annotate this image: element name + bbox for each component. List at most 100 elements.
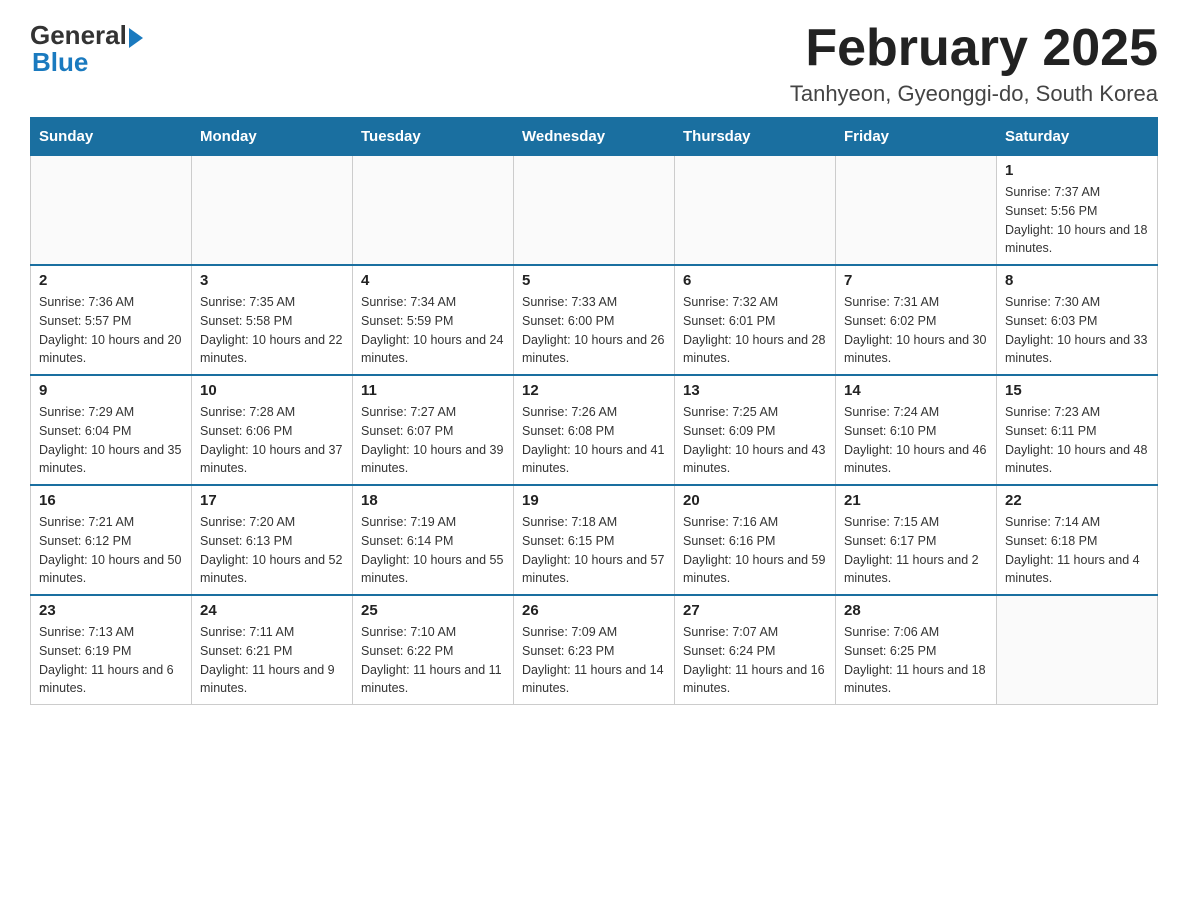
day-number: 4: [361, 272, 505, 289]
calendar-cell: 27Sunrise: 7:07 AMSunset: 6:24 PMDayligh…: [675, 595, 836, 705]
calendar-header-thursday: Thursday: [675, 118, 836, 156]
calendar-cell: 28 Sunrise: 7:06 AMSunset: 6:25 PMDayligh…: [836, 595, 997, 705]
calendar-cell: 12 Sunrise: 7:26 AMSunset: 6:08 PMDayligh…: [514, 375, 675, 485]
calendar-header-sunday: Sunday: [31, 118, 192, 156]
calendar-header-monday: Monday: [192, 118, 353, 156]
calendar-cell: 14 Sunrise: 7:24 AMSunset: 6:10 PMDayligh…: [836, 375, 997, 485]
day-info: Sunrise: 7:20 AMSunset: 6:13 PMDaylight:…: [200, 513, 344, 588]
page-header: General Blue February 2025 Tanhyeon, Gye…: [30, 20, 1158, 107]
day-number: 18: [361, 492, 505, 509]
day-info: Sunrise: 7:10 AMSunset: 6:22 PMDaylight:…: [361, 623, 505, 698]
day-info: Sunrise: 7:34 AMSunset: 5:59 PMDaylight:…: [361, 293, 505, 368]
day-number: 3: [200, 272, 344, 289]
day-info: Sunrise: 7:14 AMSunset: 6:18 PMDaylight:…: [1005, 513, 1149, 588]
day-info: Sunrise: 7:31 AMSunset: 6:02 PMDaylight:…: [844, 293, 988, 368]
calendar-week-row: 16 Sunrise: 7:21 AMSunset: 6:12 PMDayligh…: [31, 485, 1158, 595]
day-info: Sunrise: 7:24 AMSunset: 6:10 PMDaylight:…: [844, 403, 988, 478]
calendar-cell: 1 Sunrise: 7:37 AMSunset: 5:56 PMDaylight…: [997, 156, 1158, 266]
calendar-cell: [353, 156, 514, 266]
calendar-header-row: SundayMondayTuesdayWednesdayThursdayFrid…: [31, 118, 1158, 156]
calendar-cell: 8 Sunrise: 7:30 AMSunset: 6:03 PMDaylight…: [997, 265, 1158, 375]
calendar-cell: 18 Sunrise: 7:19 AMSunset: 6:14 PMDayligh…: [353, 485, 514, 595]
day-info: Sunrise: 7:19 AMSunset: 6:14 PMDaylight:…: [361, 513, 505, 588]
calendar-cell: 15Sunrise: 7:23 AMSunset: 6:11 PMDayligh…: [997, 375, 1158, 485]
day-number: 19: [522, 492, 666, 509]
day-number: 6: [683, 272, 827, 289]
day-number: 2: [39, 272, 183, 289]
day-info: Sunrise: 7:30 AMSunset: 6:03 PMDaylight:…: [1005, 293, 1149, 368]
day-number: 23: [39, 602, 183, 619]
calendar-cell: 9 Sunrise: 7:29 AMSunset: 6:04 PMDaylight…: [31, 375, 192, 485]
day-number: 10: [200, 382, 344, 399]
day-info: Sunrise: 7:21 AMSunset: 6:12 PMDaylight:…: [39, 513, 183, 588]
calendar-cell: 19 Sunrise: 7:18 AMSunset: 6:15 PMDayligh…: [514, 485, 675, 595]
day-info: Sunrise: 7:09 AMSunset: 6:23 PMDaylight:…: [522, 623, 666, 698]
calendar-cell: 10 Sunrise: 7:28 AMSunset: 6:06 PMDayligh…: [192, 375, 353, 485]
day-info: Sunrise: 7:13 AMSunset: 6:19 PMDaylight:…: [39, 623, 183, 698]
day-info: Sunrise: 7:11 AMSunset: 6:21 PMDaylight:…: [200, 623, 344, 698]
day-number: 15: [1005, 382, 1149, 399]
calendar-cell: 17 Sunrise: 7:20 AMSunset: 6:13 PMDayligh…: [192, 485, 353, 595]
day-info: Sunrise: 7:26 AMSunset: 6:08 PMDaylight:…: [522, 403, 666, 478]
logo: General Blue: [30, 20, 143, 78]
calendar-cell: 3Sunrise: 7:35 AMSunset: 5:58 PMDaylight…: [192, 265, 353, 375]
calendar-cell: 4 Sunrise: 7:34 AMSunset: 5:59 PMDaylight…: [353, 265, 514, 375]
calendar-cell: 7 Sunrise: 7:31 AMSunset: 6:02 PMDaylight…: [836, 265, 997, 375]
day-info: Sunrise: 7:16 AMSunset: 6:16 PMDaylight:…: [683, 513, 827, 588]
day-info: Sunrise: 7:29 AMSunset: 6:04 PMDaylight:…: [39, 403, 183, 478]
logo-blue-text: Blue: [32, 47, 88, 78]
calendar-cell: 21 Sunrise: 7:15 AMSunset: 6:17 PMDayligh…: [836, 485, 997, 595]
day-info: Sunrise: 7:07 AMSunset: 6:24 PMDaylight:…: [683, 623, 827, 698]
day-info: Sunrise: 7:33 AMSunset: 6:00 PMDaylight:…: [522, 293, 666, 368]
calendar-week-row: 1 Sunrise: 7:37 AMSunset: 5:56 PMDaylight…: [31, 156, 1158, 266]
day-number: 20: [683, 492, 827, 509]
day-number: 5: [522, 272, 666, 289]
calendar-cell: 24Sunrise: 7:11 AMSunset: 6:21 PMDayligh…: [192, 595, 353, 705]
day-number: 25: [361, 602, 505, 619]
calendar-week-row: 9 Sunrise: 7:29 AMSunset: 6:04 PMDaylight…: [31, 375, 1158, 485]
calendar-cell: [192, 156, 353, 266]
day-number: 26: [522, 602, 666, 619]
day-number: 21: [844, 492, 988, 509]
calendar-cell: 23 Sunrise: 7:13 AMSunset: 6:19 PMDayligh…: [31, 595, 192, 705]
day-number: 1: [1005, 162, 1149, 179]
day-number: 17: [200, 492, 344, 509]
day-info: Sunrise: 7:27 AMSunset: 6:07 PMDaylight:…: [361, 403, 505, 478]
calendar-cell: [31, 156, 192, 266]
calendar-cell: [997, 595, 1158, 705]
calendar-cell: 6Sunrise: 7:32 AMSunset: 6:01 PMDaylight…: [675, 265, 836, 375]
day-info: Sunrise: 7:28 AMSunset: 6:06 PMDaylight:…: [200, 403, 344, 478]
day-number: 28: [844, 602, 988, 619]
title-area: February 2025 Tanhyeon, Gyeonggi-do, Sou…: [790, 20, 1158, 107]
day-info: Sunrise: 7:37 AMSunset: 5:56 PMDaylight:…: [1005, 183, 1149, 258]
calendar-header-saturday: Saturday: [997, 118, 1158, 156]
day-info: Sunrise: 7:06 AMSunset: 6:25 PMDaylight:…: [844, 623, 988, 698]
calendar-cell: [675, 156, 836, 266]
location-title: Tanhyeon, Gyeonggi-do, South Korea: [790, 81, 1158, 107]
month-title: February 2025: [790, 20, 1158, 77]
day-info: Sunrise: 7:18 AMSunset: 6:15 PMDaylight:…: [522, 513, 666, 588]
calendar-table: SundayMondayTuesdayWednesdayThursdayFrid…: [30, 117, 1158, 705]
day-number: 7: [844, 272, 988, 289]
calendar-cell: 20 Sunrise: 7:16 AMSunset: 6:16 PMDayligh…: [675, 485, 836, 595]
calendar-cell: [836, 156, 997, 266]
day-number: 9: [39, 382, 183, 399]
calendar-cell: 13Sunrise: 7:25 AMSunset: 6:09 PMDayligh…: [675, 375, 836, 485]
day-number: 16: [39, 492, 183, 509]
calendar-week-row: 2 Sunrise: 7:36 AMSunset: 5:57 PMDaylight…: [31, 265, 1158, 375]
calendar-cell: 22Sunrise: 7:14 AMSunset: 6:18 PMDayligh…: [997, 485, 1158, 595]
day-number: 14: [844, 382, 988, 399]
calendar-cell: 25 Sunrise: 7:10 AMSunset: 6:22 PMDayligh…: [353, 595, 514, 705]
day-number: 8: [1005, 272, 1149, 289]
day-number: 12: [522, 382, 666, 399]
day-number: 13: [683, 382, 827, 399]
calendar-header-friday: Friday: [836, 118, 997, 156]
calendar-cell: 2 Sunrise: 7:36 AMSunset: 5:57 PMDaylight…: [31, 265, 192, 375]
calendar-cell: 26 Sunrise: 7:09 AMSunset: 6:23 PMDayligh…: [514, 595, 675, 705]
day-info: Sunrise: 7:36 AMSunset: 5:57 PMDaylight:…: [39, 293, 183, 368]
calendar-cell: 5 Sunrise: 7:33 AMSunset: 6:00 PMDaylight…: [514, 265, 675, 375]
calendar-cell: 11Sunrise: 7:27 AMSunset: 6:07 PMDayligh…: [353, 375, 514, 485]
calendar-header-wednesday: Wednesday: [514, 118, 675, 156]
day-info: Sunrise: 7:15 AMSunset: 6:17 PMDaylight:…: [844, 513, 988, 588]
calendar-header-tuesday: Tuesday: [353, 118, 514, 156]
